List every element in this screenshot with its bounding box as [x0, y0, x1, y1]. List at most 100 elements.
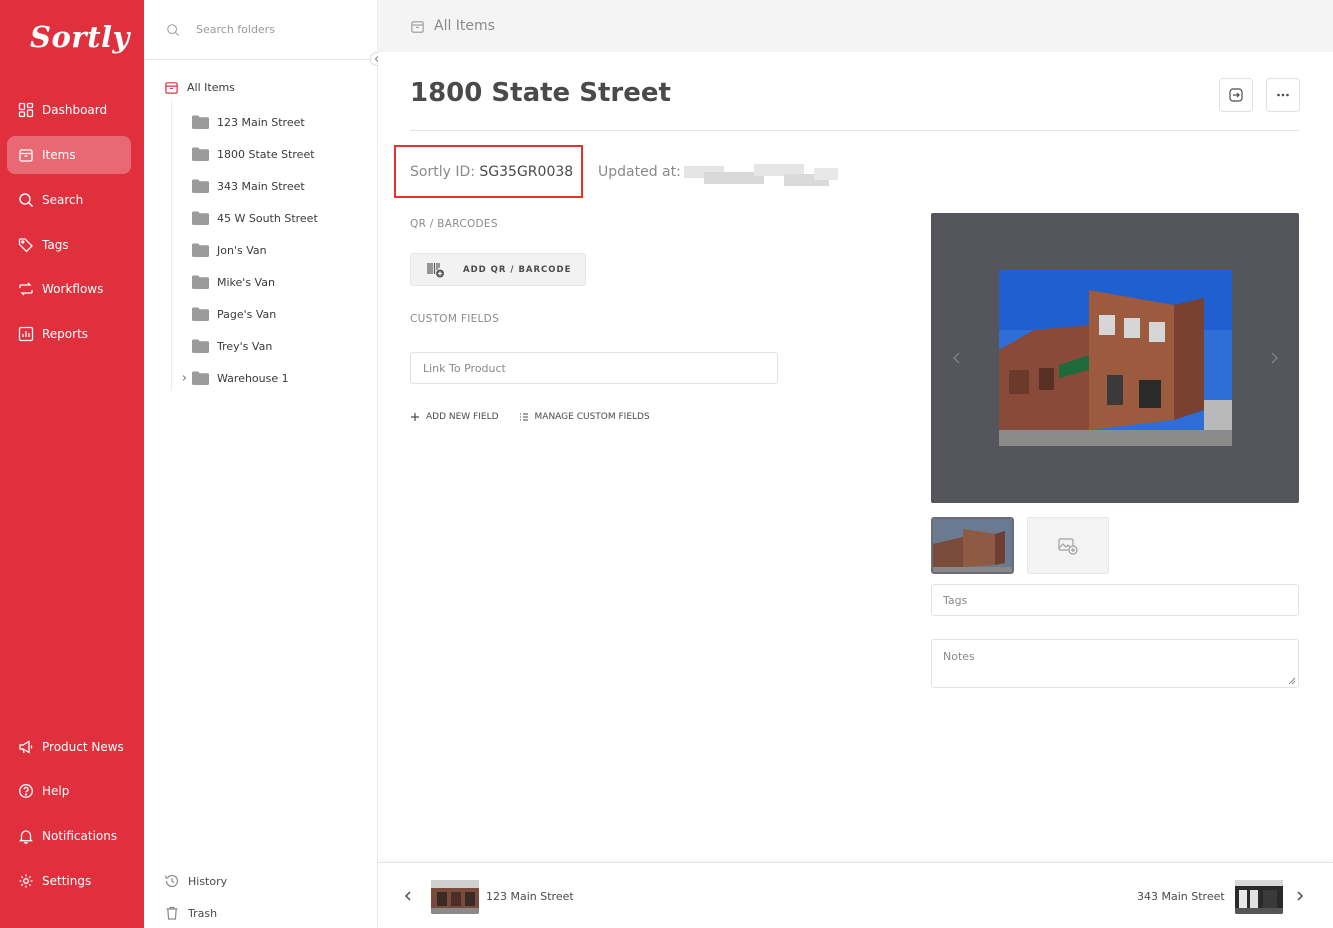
folder-icon — [192, 211, 209, 225]
prev-item-thumbnail[interactable] — [431, 880, 479, 914]
nav-item-reports[interactable]: Reports — [7, 315, 131, 353]
folder-item[interactable]: 123 Main Street — [176, 112, 305, 132]
gallery-prev-icon[interactable] — [949, 350, 965, 366]
search-icon — [19, 193, 33, 207]
manage-custom-fields-button[interactable]: MANAGE CUSTOM FIELDS — [519, 412, 650, 422]
folder-icon — [192, 147, 209, 161]
history-link[interactable]: History — [164, 873, 227, 889]
nav-item-workflows[interactable]: Workflows — [7, 270, 131, 308]
folder-item[interactable]: Trey's Van — [176, 336, 272, 356]
folder-item[interactable]: 1800 State Street — [176, 144, 315, 164]
folder-icon — [192, 275, 209, 289]
add-photo-button[interactable] — [1027, 517, 1109, 574]
folder-icon — [192, 179, 209, 193]
folder-label: Page's Van — [217, 307, 277, 321]
prev-item-label[interactable]: 123 Main Street — [486, 890, 574, 903]
list-icon — [519, 413, 528, 421]
folder-search[interactable]: Search folders — [144, 0, 377, 60]
add-photo-icon — [1058, 537, 1078, 555]
folder-root-all-items[interactable]: All Items — [164, 80, 235, 95]
next-item-label[interactable]: 343 Main Street — [1137, 890, 1225, 903]
nav-item-product-news[interactable]: Product News — [7, 728, 131, 766]
folder-item[interactable]: Warehouse 1 — [176, 368, 289, 388]
nav-item-notifications[interactable]: Notifications — [7, 817, 131, 855]
nav-item-settings[interactable]: Settings — [7, 862, 131, 900]
folder-item[interactable]: 343 Main Street — [176, 176, 305, 196]
tree-line — [171, 100, 172, 390]
folder-label: Warehouse 1 — [217, 371, 289, 385]
nav-item-items[interactable]: Items — [7, 136, 131, 174]
move-icon — [1229, 88, 1243, 102]
folder-icon — [192, 307, 209, 321]
folder-search-placeholder: Search folders — [196, 23, 275, 36]
search-icon — [167, 23, 180, 36]
tag-icon — [18, 238, 33, 253]
help-icon — [19, 784, 33, 798]
reports-icon — [18, 326, 34, 342]
more-options-button[interactable] — [1266, 78, 1300, 112]
trash-link[interactable]: Trash — [164, 905, 217, 921]
updated-at-redacted — [684, 164, 838, 188]
link-to-product-field[interactable]: Link To Product — [410, 352, 778, 384]
photo-gallery — [931, 213, 1299, 503]
history-icon — [165, 874, 179, 888]
move-item-button[interactable] — [1219, 78, 1253, 112]
dashboard-icon — [18, 102, 34, 118]
nav-item-tags[interactable]: Tags — [7, 226, 131, 264]
gear-icon — [19, 874, 33, 888]
folder-label: 1800 State Street — [217, 147, 315, 161]
add-qr-label: ADD QR / BARCODE — [463, 264, 572, 275]
folder-icon — [192, 339, 209, 353]
sortly-id-value: SG35GR0038 — [479, 164, 574, 180]
nav-item-help[interactable]: Help — [7, 772, 131, 810]
add-new-field-label: ADD NEW FIELD — [426, 412, 499, 422]
expand-chevron[interactable] — [176, 370, 192, 386]
folder-item[interactable]: 45 W South Street — [176, 208, 318, 228]
folder-item[interactable]: Jon's Van — [176, 240, 267, 260]
nav-item-dashboard[interactable]: Dashboard — [7, 91, 131, 129]
nav-label: Notifications — [42, 829, 118, 843]
next-item-thumbnail[interactable] — [1235, 880, 1283, 914]
folder-item[interactable]: Mike's Van — [176, 272, 275, 292]
qr-section-title: QR / BARCODES — [410, 218, 498, 230]
add-new-field-button[interactable]: ADD NEW FIELD — [410, 412, 499, 422]
trash-icon — [166, 906, 178, 920]
chevron-right-icon — [182, 375, 187, 381]
folder-item[interactable]: Page's Van — [176, 304, 276, 324]
tags-field[interactable]: Tags — [931, 584, 1299, 616]
resize-handle-icon[interactable] — [1288, 677, 1296, 685]
breadcrumb-all-items[interactable]: All Items — [434, 18, 495, 34]
folder-label: Mike's Van — [217, 275, 275, 289]
history-label: History — [188, 874, 228, 888]
items-icon — [19, 149, 33, 162]
folder-panel: Search folders All Items 123 Main Street… — [144, 0, 384, 928]
nav-label: Workflows — [42, 282, 104, 296]
notes-placeholder: Notes — [943, 650, 975, 663]
breadcrumb: All Items — [378, 0, 1333, 52]
chevron-right-icon[interactable] — [1294, 890, 1306, 902]
sortly-logo[interactable]: Sortly — [30, 20, 130, 54]
nav-label: Search — [42, 193, 84, 207]
notes-field[interactable]: Notes — [931, 639, 1299, 688]
nav-label: Items — [42, 148, 76, 162]
folder-root-label: All Items — [187, 81, 235, 94]
folder-label: Trey's Van — [217, 339, 273, 353]
bell-icon — [19, 830, 33, 844]
manage-custom-fields-label: MANAGE CUSTOM FIELDS — [534, 412, 650, 422]
chevron-left-icon[interactable] — [402, 890, 414, 902]
add-qr-barcode-button[interactable]: ADD QR / BARCODE — [410, 253, 586, 286]
nav-label: Dashboard — [42, 103, 108, 117]
item-photo — [999, 270, 1232, 446]
nav-item-search[interactable]: Search — [7, 181, 131, 219]
nav-label: Help — [42, 784, 70, 798]
item-pager: 123 Main Street 343 Main Street — [378, 862, 1333, 928]
gallery-next-icon[interactable] — [1266, 350, 1282, 366]
main-nav: Sortly Dashboard Items Search Tags Workf… — [0, 0, 144, 928]
photo-thumbnail[interactable] — [931, 517, 1014, 574]
